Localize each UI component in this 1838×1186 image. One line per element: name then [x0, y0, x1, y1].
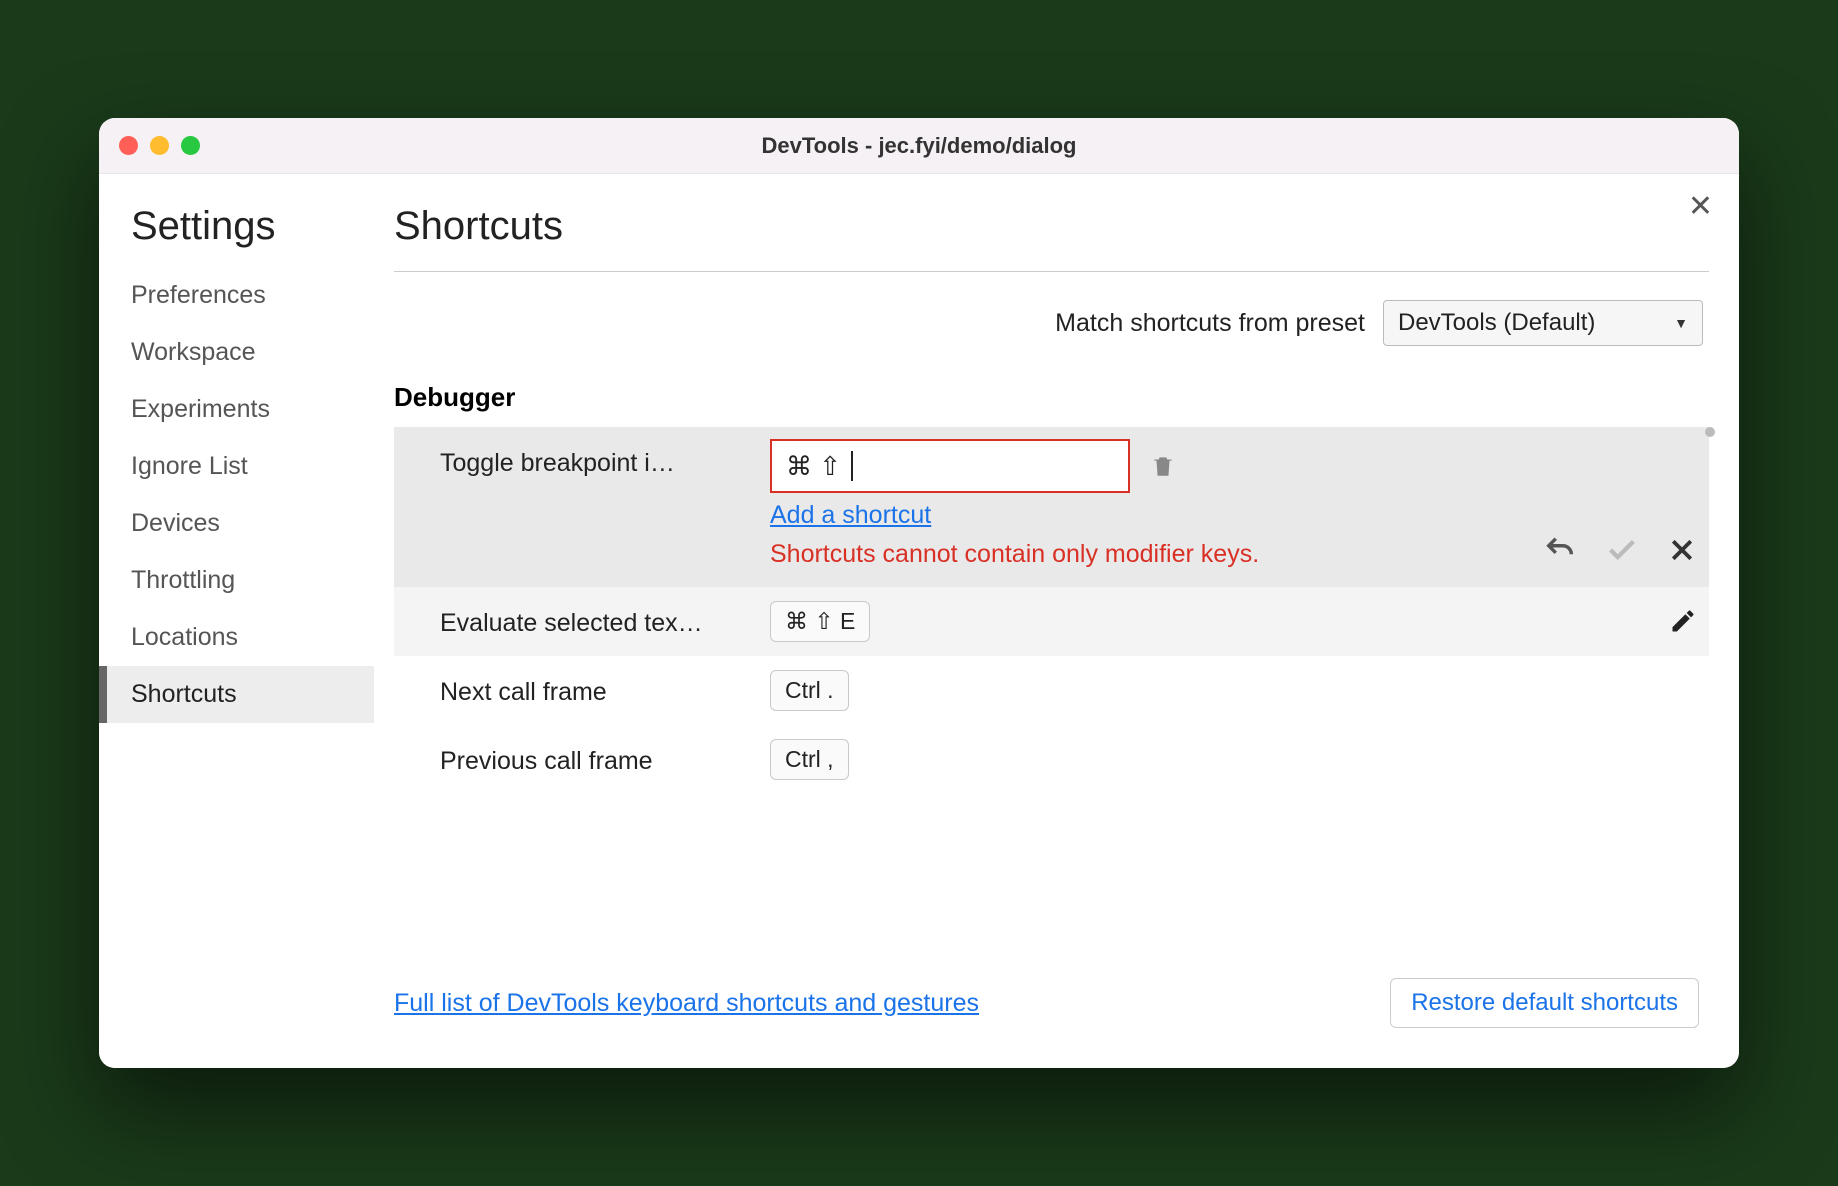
shortcut-keys: Ctrl . [770, 670, 849, 711]
shortcut-label: Toggle breakpoint i… [440, 439, 770, 478]
sidebar-item-workspace[interactable]: Workspace [99, 324, 374, 381]
shortcut-keys: Ctrl , [770, 739, 849, 780]
sidebar-item-devices[interactable]: Devices [99, 495, 374, 552]
shortcut-row: Next call frame Ctrl . [394, 656, 1709, 725]
page-title: Shortcuts [394, 204, 1709, 272]
full-list-link[interactable]: Full list of DevTools keyboard shortcuts… [394, 989, 979, 1018]
preset-selected: DevTools (Default) [1398, 309, 1595, 337]
chevron-down-icon: ▼ [1674, 315, 1688, 331]
shortcut-error: Shortcuts cannot contain only modifier k… [770, 538, 1290, 571]
preset-row: Match shortcuts from preset DevTools (De… [394, 272, 1709, 376]
settings-sidebar: Settings Preferences Workspace Experimen… [99, 174, 374, 1068]
titlebar: DevTools - jec.fyi/demo/dialog [99, 118, 1739, 174]
window-title: DevTools - jec.fyi/demo/dialog [99, 133, 1739, 159]
trash-icon[interactable] [1150, 451, 1176, 481]
edit-actions [1437, 533, 1697, 571]
sidebar-item-throttling[interactable]: Throttling [99, 552, 374, 609]
shortcut-label: Previous call frame [440, 739, 770, 776]
edit-icon[interactable] [1669, 607, 1697, 635]
undo-icon[interactable] [1543, 533, 1577, 567]
sidebar-item-experiments[interactable]: Experiments [99, 381, 374, 438]
check-icon[interactable] [1605, 533, 1639, 567]
sidebar-item-ignore-list[interactable]: Ignore List [99, 438, 374, 495]
sidebar-item-locations[interactable]: Locations [99, 609, 374, 666]
shortcut-row: Evaluate selected tex… ⌘ ⇧ E [394, 587, 1709, 656]
shortcut-label: Evaluate selected tex… [440, 601, 770, 638]
sidebar-item-shortcuts[interactable]: Shortcuts [99, 666, 374, 723]
content-footer: Full list of DevTools keyboard shortcuts… [394, 956, 1709, 1068]
section-debugger: Debugger [394, 376, 1709, 427]
shortcut-list: Toggle breakpoint i… ⌘ ⇧ Add a shortcut [394, 427, 1709, 794]
cancel-icon[interactable] [1667, 535, 1697, 565]
shortcut-row-editing: Toggle breakpoint i… ⌘ ⇧ Add a shortcut [394, 427, 1709, 587]
devtools-window: DevTools - jec.fyi/demo/dialog ✕ Setting… [99, 118, 1739, 1068]
text-cursor [851, 451, 853, 481]
add-shortcut-link[interactable]: Add a shortcut [770, 501, 1437, 530]
window-zoom-button[interactable] [181, 136, 200, 155]
preset-select[interactable]: DevTools (Default) ▼ [1383, 300, 1703, 346]
shortcut-edit-area: ⌘ ⇧ Add a shortcut Shortcuts cannot cont… [770, 439, 1437, 571]
shortcut-row: Previous call frame Ctrl , [394, 725, 1709, 794]
traffic-lights [119, 136, 200, 155]
shortcut-keys: ⌘ ⇧ E [770, 601, 870, 642]
sidebar-item-preferences[interactable]: Preferences [99, 267, 374, 324]
shortcut-label: Next call frame [440, 670, 770, 707]
shortcut-input[interactable]: ⌘ ⇧ [770, 439, 1130, 493]
settings-body: ✕ Settings Preferences Workspace Experim… [99, 174, 1739, 1068]
scrollbar-thumb[interactable] [1705, 427, 1715, 437]
window-minimize-button[interactable] [150, 136, 169, 155]
preset-label: Match shortcuts from preset [1055, 309, 1365, 338]
window-close-button[interactable] [119, 136, 138, 155]
sidebar-heading: Settings [99, 204, 374, 267]
settings-content: Shortcuts Match shortcuts from preset De… [374, 174, 1739, 1068]
shortcut-input-keys: ⌘ ⇧ [786, 451, 841, 482]
restore-defaults-button[interactable]: Restore default shortcuts [1390, 978, 1699, 1028]
